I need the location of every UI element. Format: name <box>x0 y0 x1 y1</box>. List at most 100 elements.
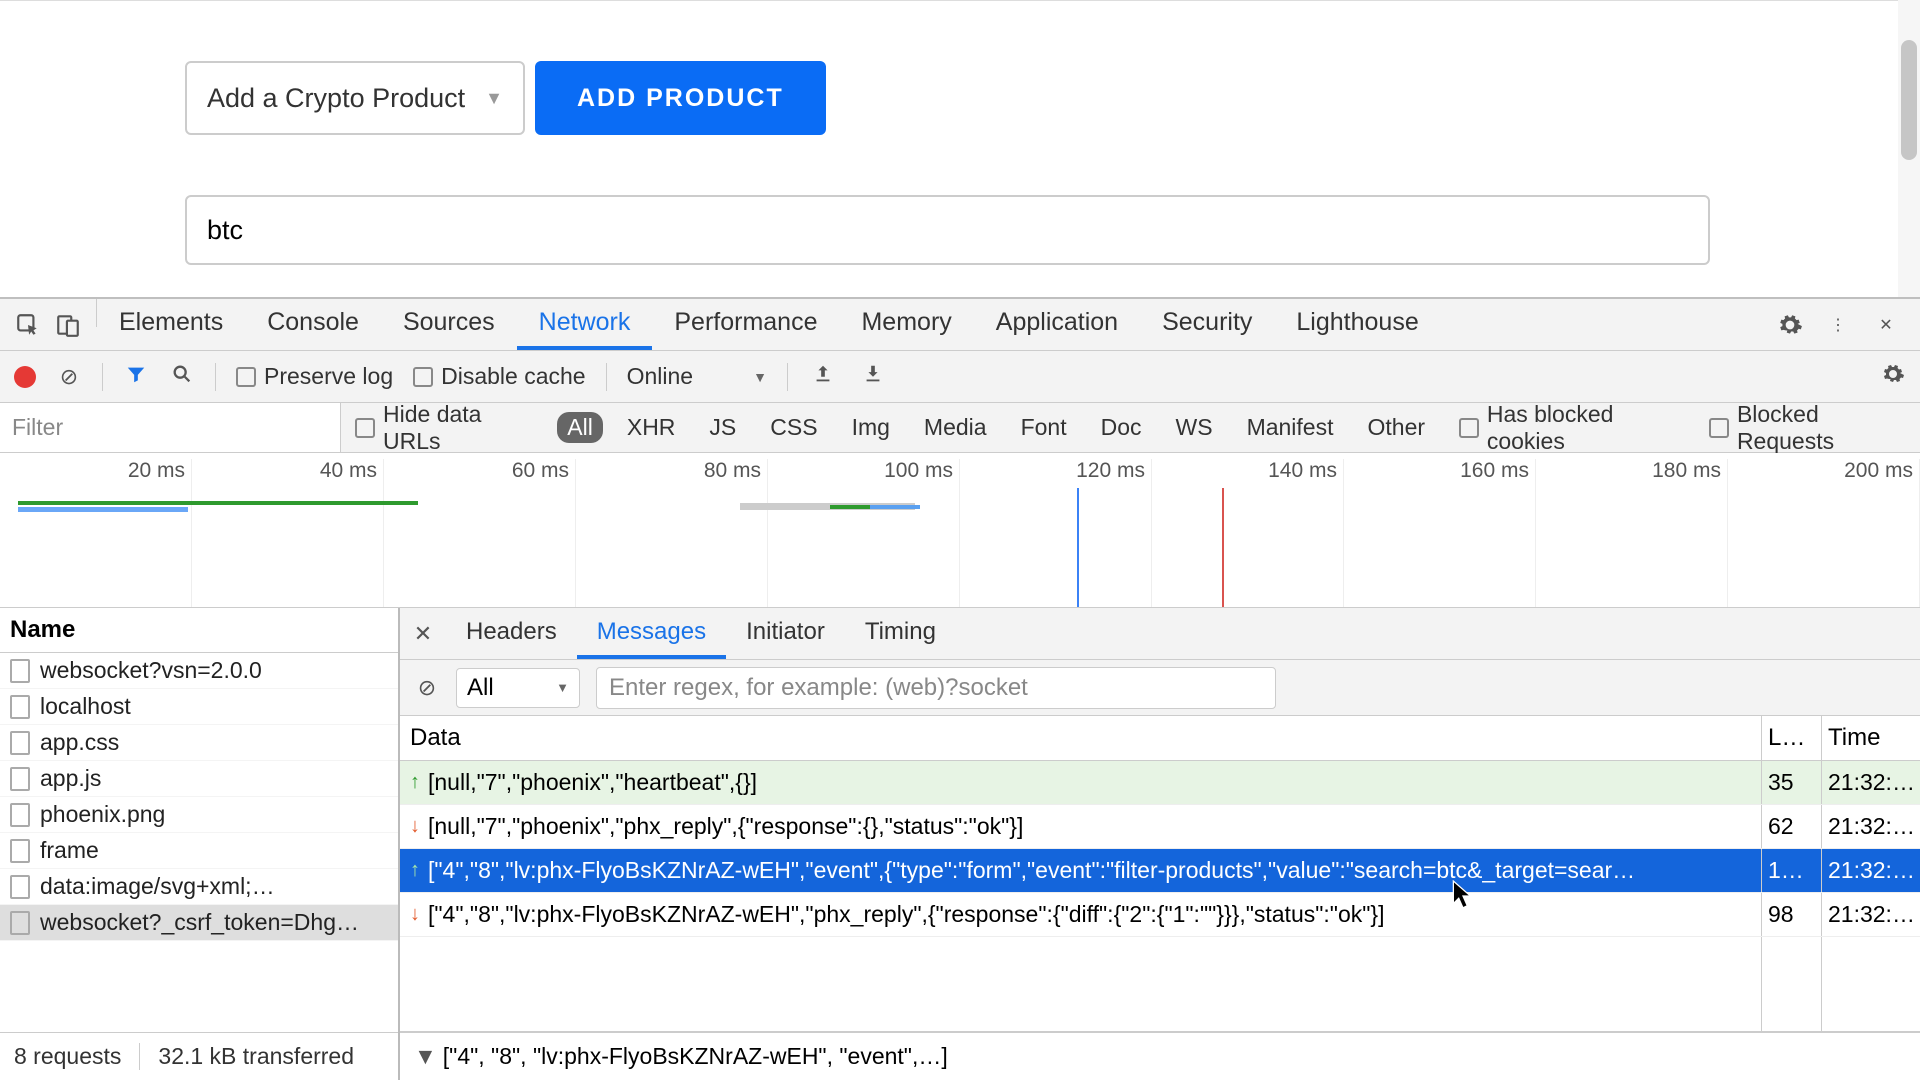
tab-elements[interactable]: Elements <box>97 299 245 350</box>
message-row[interactable]: ↓["4","8","lv:phx-FlyoBsKZNrAZ-wEH","phx… <box>400 893 1920 937</box>
tab-sources[interactable]: Sources <box>381 299 517 350</box>
tab-network[interactable]: Network <box>517 299 653 350</box>
messages-regex-input[interactable]: Enter regex, for example: (web)?socket <box>596 667 1276 709</box>
filter-toggle-icon[interactable] <box>123 363 149 391</box>
blocked-requests-checkbox[interactable]: Blocked Requests <box>1709 401 1920 455</box>
chevron-down-icon: ▼ <box>753 369 767 385</box>
message-row[interactable]: ↑["4","8","lv:phx-FlyoBsKZNrAZ-wEH","eve… <box>400 849 1920 893</box>
request-detail-panel: ✕ Headers Messages Initiator Timing ⊘ Al… <box>400 608 1920 1080</box>
timeline-bar <box>18 507 188 512</box>
network-settings-gear-icon[interactable] <box>1880 362 1906 392</box>
chevron-down-icon: ▼ <box>485 88 503 109</box>
type-font[interactable]: Font <box>1011 412 1077 443</box>
type-css[interactable]: CSS <box>760 412 827 443</box>
settings-gear-icon[interactable] <box>1770 305 1810 345</box>
type-media[interactable]: Media <box>914 412 997 443</box>
search-icon[interactable] <box>169 363 195 391</box>
col-data[interactable]: Data <box>400 716 1762 760</box>
detail-tab-headers[interactable]: Headers <box>446 608 577 659</box>
transferred-size: 32.1 kB transferred <box>158 1043 354 1070</box>
tab-console[interactable]: Console <box>245 299 381 350</box>
request-item[interactable]: app.js <box>0 761 398 797</box>
clear-icon[interactable]: ⊘ <box>56 364 82 390</box>
request-item[interactable]: websocket?_csrf_token=Dhg… <box>0 905 398 941</box>
detail-tab-messages[interactable]: Messages <box>577 608 726 659</box>
kebab-menu-icon[interactable]: ⋮ <box>1818 305 1858 345</box>
devtools-panel: Elements Console Sources Network Perform… <box>0 297 1920 1080</box>
message-row[interactable]: ↓[null,"7","phoenix","phx_reply",{"respo… <box>400 805 1920 849</box>
app-page: Add a Crypto Product ▼ ADD PRODUCT btc <box>0 0 1920 297</box>
tab-security[interactable]: Security <box>1140 299 1274 350</box>
tab-application[interactable]: Application <box>974 299 1140 350</box>
file-icon <box>10 767 30 791</box>
type-all[interactable]: All <box>557 412 603 443</box>
arrow-up-icon: ↑ <box>410 859 420 882</box>
type-js[interactable]: JS <box>699 412 746 443</box>
device-toggle-icon[interactable] <box>48 305 88 345</box>
file-icon <box>10 695 30 719</box>
tab-performance[interactable]: Performance <box>652 299 839 350</box>
request-count: 8 requests <box>14 1043 140 1070</box>
request-item[interactable]: websocket?vsn=2.0.0 <box>0 653 398 689</box>
network-timeline[interactable]: 20 ms 40 ms 60 ms 80 ms 100 ms 120 ms 14… <box>0 453 1920 608</box>
file-icon <box>10 875 30 899</box>
close-devtools-icon[interactable]: ✕ <box>1866 305 1906 345</box>
detail-tab-timing[interactable]: Timing <box>845 608 956 659</box>
detail-tab-initiator[interactable]: Initiator <box>726 608 845 659</box>
timeline-marker <box>1077 488 1079 608</box>
message-preview[interactable]: ▼ ["4", "8", "lv:phx-FlyoBsKZNrAZ-wEH", … <box>400 1032 1920 1080</box>
preserve-log-checkbox[interactable]: Preserve log <box>236 363 393 390</box>
type-doc[interactable]: Doc <box>1091 412 1152 443</box>
page-scrollbar[interactable] <box>1898 0 1920 297</box>
add-product-button[interactable]: ADD PRODUCT <box>535 61 826 135</box>
request-item[interactable]: data:image/svg+xml;… <box>0 869 398 905</box>
type-other[interactable]: Other <box>1358 412 1436 443</box>
network-toolbar: ⊘ Preserve log Disable cache Online ▼ <box>0 351 1920 403</box>
crypto-product-select[interactable]: Add a Crypto Product ▼ <box>185 61 525 135</box>
arrow-up-icon: ↑ <box>410 771 420 794</box>
clear-messages-icon[interactable]: ⊘ <box>414 675 440 701</box>
network-filterbar: Filter Hide data URLs All XHR JS CSS Img… <box>0 403 1920 453</box>
request-item[interactable]: phoenix.png <box>0 797 398 833</box>
messages-direction-select[interactable]: All ▼ <box>456 668 580 708</box>
tab-memory[interactable]: Memory <box>839 299 973 350</box>
download-har-icon[interactable] <box>858 363 888 391</box>
throttling-select[interactable]: Online ▼ <box>627 363 767 390</box>
type-ws[interactable]: WS <box>1166 412 1223 443</box>
col-length[interactable]: L… <box>1762 716 1822 760</box>
inspect-element-icon[interactable] <box>8 305 48 345</box>
close-detail-icon[interactable]: ✕ <box>400 608 446 659</box>
request-item[interactable]: app.css <box>0 725 398 761</box>
devtools-tabbar: Elements Console Sources Network Perform… <box>0 299 1920 351</box>
arrow-down-icon: ↓ <box>410 903 420 926</box>
timeline-marker <box>1222 488 1224 608</box>
messages-toolbar: ⊘ All ▼ Enter regex, for example: (web)?… <box>400 660 1920 716</box>
hide-data-urls-checkbox[interactable]: Hide data URLs <box>355 401 543 455</box>
request-item[interactable]: frame <box>0 833 398 869</box>
file-icon <box>10 803 30 827</box>
search-value: btc <box>207 215 243 246</box>
request-name-header[interactable]: Name <box>0 608 398 653</box>
file-icon <box>10 731 30 755</box>
tab-lighthouse[interactable]: Lighthouse <box>1274 299 1440 350</box>
record-button[interactable] <box>14 366 36 388</box>
message-row[interactable]: ↑[null,"7","phoenix","heartbeat",{}] 35 … <box>400 761 1920 805</box>
col-time[interactable]: Time <box>1822 716 1920 760</box>
expand-triangle-icon[interactable]: ▼ <box>414 1043 437 1070</box>
request-item[interactable]: localhost <box>0 689 398 725</box>
type-img[interactable]: Img <box>842 412 900 443</box>
filter-input[interactable]: Filter <box>0 403 341 452</box>
type-manifest[interactable]: Manifest <box>1237 412 1344 443</box>
file-icon <box>10 911 30 935</box>
has-blocked-cookies-checkbox[interactable]: Has blocked cookies <box>1459 401 1695 455</box>
type-xhr[interactable]: XHR <box>617 412 686 443</box>
mouse-cursor-icon <box>1452 880 1474 910</box>
crypto-select-label: Add a Crypto Product <box>207 83 465 114</box>
timeline-bar <box>18 501 418 505</box>
request-footer: 8 requests 32.1 kB transferred <box>0 1032 398 1080</box>
search-input[interactable]: btc <box>185 195 1710 265</box>
arrow-down-icon: ↓ <box>410 815 420 838</box>
timeline-bar <box>870 505 920 509</box>
disable-cache-checkbox[interactable]: Disable cache <box>413 363 585 390</box>
upload-har-icon[interactable] <box>808 363 838 391</box>
